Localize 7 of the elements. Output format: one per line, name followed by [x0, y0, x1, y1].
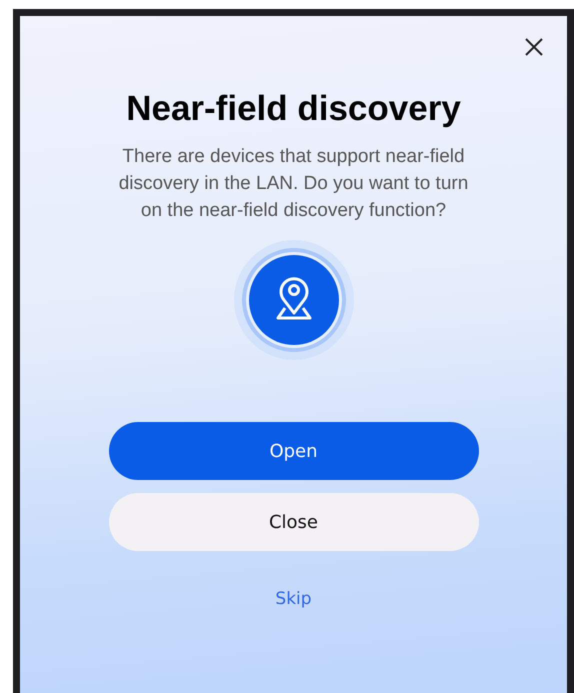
- dialog-title: Near-field discovery: [126, 89, 461, 129]
- dialog-message: There are devices that support near-field discovery in the LAN. Do you want to turn on the near-field discovery function?: [118, 145, 468, 223]
- close-icon[interactable]: [524, 37, 544, 57]
- open-button[interactable]: Open: [108, 422, 478, 480]
- close-button[interactable]: Close: [108, 493, 478, 551]
- location-pin-icon: [232, 238, 356, 362]
- skip-link[interactable]: Skip: [275, 589, 312, 609]
